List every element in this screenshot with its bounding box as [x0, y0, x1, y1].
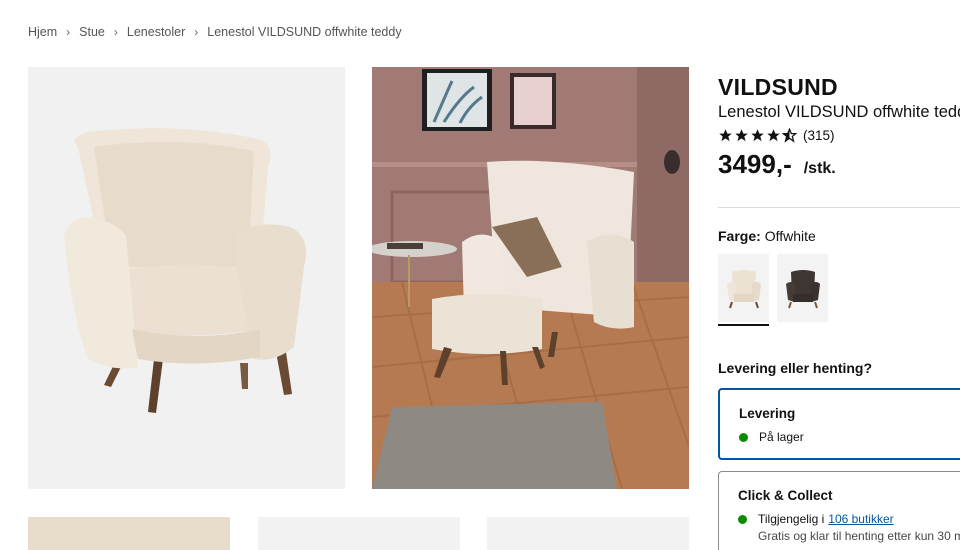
color-value: Offwhite: [764, 228, 816, 244]
store-availability: Tilgjengelig i 106 butikker: [738, 512, 960, 526]
star-icon: [735, 129, 748, 142]
divider: [718, 207, 960, 208]
chevron-right-icon: ›: [113, 25, 118, 39]
chevron-right-icon: ›: [194, 25, 199, 39]
star-icon: [719, 129, 732, 142]
breadcrumb-lenestoler[interactable]: Lenestoler: [127, 25, 185, 39]
breadcrumb-current: Lenestol VILDSUND offwhite teddy: [207, 25, 402, 39]
product-rating[interactable]: (315): [718, 128, 960, 143]
delivery-option-title: Levering: [739, 406, 796, 421]
breadcrumb-stue[interactable]: Stue: [79, 25, 105, 39]
swatch-offwhite[interactable]: [718, 254, 769, 326]
color-swatches: [718, 254, 828, 326]
breadcrumb-home[interactable]: Hjem: [28, 25, 57, 39]
thumbnail-texture[interactable]: [28, 517, 230, 550]
click-collect-title: Click & Collect: [738, 488, 833, 503]
swatch-brown[interactable]: [777, 254, 828, 322]
delivery-heading: Levering eller henting?: [718, 360, 873, 376]
thumbnail-2[interactable]: [258, 517, 460, 550]
stock-status-text: På lager: [759, 430, 804, 444]
color-selector-label: Farge: Offwhite: [718, 228, 816, 244]
pickup-note: Gratis og klar til henting etter kun 30 …: [758, 529, 960, 543]
color-label: Farge:: [718, 228, 761, 244]
available-dot-icon: [738, 514, 747, 524]
rating-stars: [718, 128, 797, 143]
thumbnail-3[interactable]: [487, 517, 689, 550]
breadcrumb: Hjem › Stue › Lenestoler › Lenestol VILD…: [28, 25, 402, 39]
product-brand: VILDSUND: [718, 74, 838, 100]
price-row: 3499,- /stk.: [718, 149, 960, 180]
chevron-right-icon: ›: [66, 25, 71, 39]
star-icon: [767, 129, 780, 142]
product-image-main[interactable]: [28, 67, 345, 489]
availability-text: Tilgjengelig i: [758, 512, 825, 526]
stores-link[interactable]: 106 butikker: [828, 512, 893, 526]
product-info: VILDSUND Lenestol VILDSUND offwhite tedd…: [718, 74, 960, 180]
product-price: 3499,-: [718, 149, 792, 179]
rating-count[interactable]: (315): [803, 128, 835, 143]
stock-status: På lager: [739, 430, 960, 444]
star-icon: [751, 129, 764, 142]
star-half-icon: [782, 128, 797, 143]
delivery-option-card[interactable]: Levering På lager: [718, 388, 960, 460]
click-collect-option-card[interactable]: Click & Collect Tilgjengelig i 106 butik…: [718, 471, 960, 550]
in-stock-dot-icon: [739, 432, 748, 442]
price-unit: /stk.: [803, 160, 836, 177]
product-name: Lenestol VILDSUND offwhite teddy: [718, 103, 960, 121]
product-image-room[interactable]: [372, 67, 689, 489]
